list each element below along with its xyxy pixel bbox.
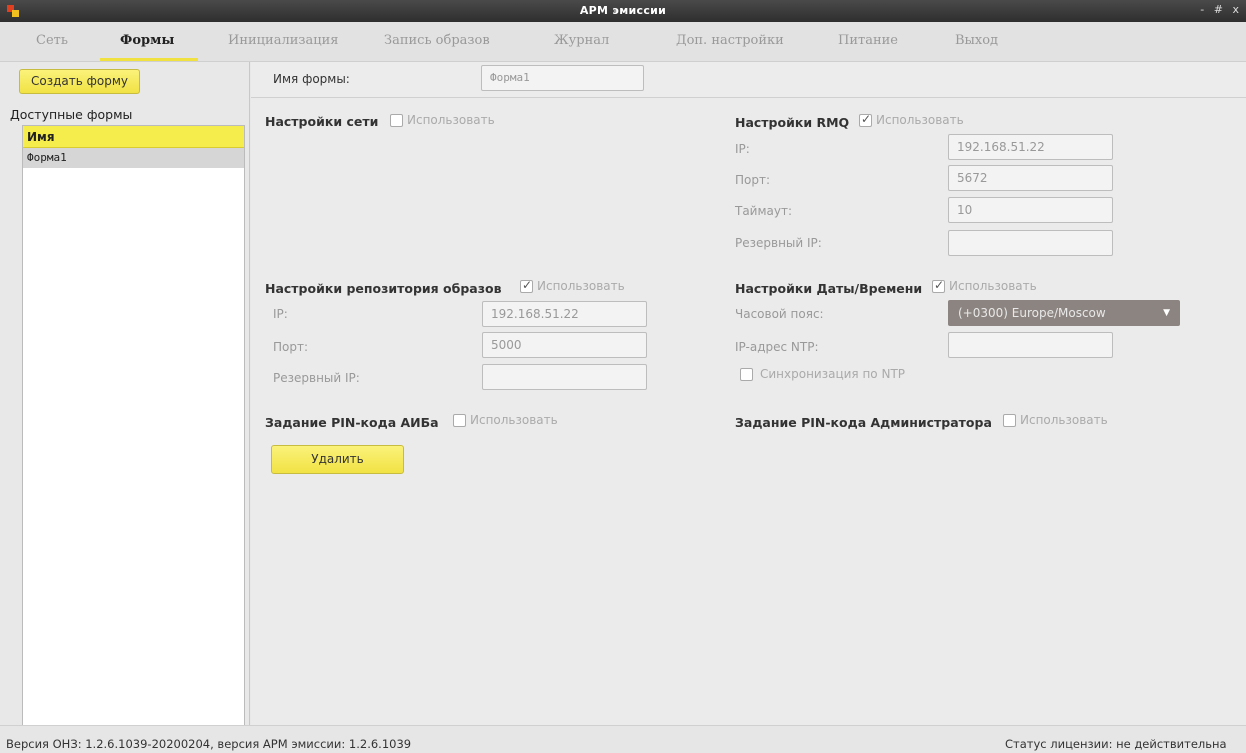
form-name-row: Имя формы: Форма1 — [251, 62, 1246, 98]
repo-port-input[interactable]: 5000 — [482, 332, 647, 358]
ntp-ip-label: IP-адрес NTP: — [735, 340, 819, 354]
network-use-label: Использовать — [407, 113, 495, 127]
repo-port-label: Порт: — [273, 340, 309, 354]
status-bar: Версия ОНЗ: 1.2.6.1039-20200204, версия … — [0, 725, 1246, 753]
pin-admin-use-label: Использовать — [1020, 413, 1108, 427]
forms-list-header[interactable]: Имя — [23, 126, 244, 148]
tab-forms[interactable]: Формы — [120, 33, 174, 48]
timezone-select[interactable]: (+0300) Europe/Moscow ▼ — [948, 300, 1180, 326]
datetime-use-label: Использовать — [949, 279, 1037, 293]
network-use-toggle[interactable]: Использовать — [390, 113, 495, 127]
license-status: Статус лицензии: не действительна — [1005, 737, 1227, 751]
tab-image-write[interactable]: Запись образов — [384, 33, 490, 48]
tab-bar: Сеть Формы Инициализация Запись образов … — [0, 22, 1246, 62]
active-tab-indicator — [100, 58, 198, 61]
datetime-use-toggle[interactable]: Использовать — [932, 278, 1037, 293]
version-info: Версия ОНЗ: 1.2.6.1039-20200204, версия … — [6, 737, 412, 751]
pin-aib-use-checkbox[interactable] — [453, 413, 466, 427]
rmq-ip-input[interactable]: 192.168.51.22 — [948, 134, 1113, 160]
tab-extra-settings[interactable]: Доп. настройки — [676, 33, 784, 48]
rmq-use-label: Использовать — [876, 113, 964, 127]
ntp-sync-checkbox[interactable] — [740, 367, 753, 381]
ntp-sync-label: Синхронизация по NTP — [760, 367, 906, 381]
timezone-label: Часовой пояс: — [735, 307, 824, 321]
window-title: АРМ эмиссии — [579, 4, 667, 17]
tab-power[interactable]: Питание — [838, 33, 898, 48]
repo-ip-label: IP: — [273, 307, 288, 321]
repo-use-label: Использовать — [537, 279, 625, 293]
form-editor: Имя формы: Форма1 Настройки сети Использ… — [251, 62, 1246, 725]
rmq-timeout-input[interactable]: 10 — [948, 197, 1113, 223]
tab-journal[interactable]: Журнал — [554, 33, 609, 48]
tab-initialization[interactable]: Инициализация — [228, 33, 338, 48]
ntp-ip-input[interactable] — [948, 332, 1113, 358]
repo-backup-ip-label: Резервный IP: — [273, 371, 360, 385]
network-settings-title: Настройки сети — [265, 114, 379, 129]
pin-aib-use-label: Использовать — [470, 413, 558, 427]
form-name-label: Имя формы: — [273, 72, 350, 86]
form-name-input[interactable]: Форма1 — [481, 65, 644, 91]
pin-admin-use-toggle[interactable]: Использовать — [1003, 413, 1108, 427]
pin-aib-title: Задание PIN-кода АИБа — [265, 415, 439, 430]
tab-network[interactable]: Сеть — [36, 33, 68, 48]
rmq-use-checkbox[interactable] — [859, 112, 872, 127]
available-forms-heading: Доступные формы — [10, 107, 133, 122]
rmq-port-label: Порт: — [735, 173, 771, 187]
chevron-down-icon: ▼ — [1163, 308, 1170, 318]
pin-aib-use-toggle[interactable]: Использовать — [453, 413, 558, 427]
pin-admin-use-checkbox[interactable] — [1003, 413, 1016, 427]
repo-settings-title: Настройки репозитория образов — [265, 281, 502, 296]
repo-ip-input[interactable]: 192.168.51.22 — [482, 301, 647, 327]
rmq-ip-label: IP: — [735, 142, 750, 156]
network-use-checkbox[interactable] — [390, 113, 403, 127]
window-controls[interactable]: - # x — [1200, 3, 1242, 16]
create-form-button[interactable]: Создать форму — [19, 69, 140, 94]
repo-use-toggle[interactable]: Использовать — [520, 278, 625, 293]
pin-admin-title: Задание PIN-кода Администратора — [735, 415, 992, 430]
title-bar: АРМ эмиссии - # x — [0, 0, 1246, 22]
rmq-backup-ip-label: Резервный IP: — [735, 236, 822, 250]
rmq-use-toggle[interactable]: Использовать — [859, 112, 964, 127]
datetime-settings-title: Настройки Даты/Времени — [735, 281, 923, 296]
datetime-use-checkbox[interactable] — [932, 278, 945, 293]
rmq-backup-ip-input[interactable] — [948, 230, 1113, 256]
delete-button[interactable]: Удалить — [271, 445, 404, 474]
rmq-timeout-label: Таймаут: — [735, 204, 793, 218]
repo-backup-ip-input[interactable] — [482, 364, 647, 390]
forms-list: Имя Форма1 — [22, 125, 245, 753]
ntp-sync-toggle[interactable]: Синхронизация по NTP — [740, 367, 905, 381]
list-item[interactable]: Форма1 — [23, 148, 244, 168]
timezone-value: (+0300) Europe/Moscow — [958, 306, 1106, 320]
tab-exit[interactable]: Выход — [955, 33, 998, 48]
sidebar: Создать форму Доступные формы Имя Форма1 — [0, 62, 250, 753]
repo-use-checkbox[interactable] — [520, 278, 533, 293]
rmq-settings-title: Настройки RMQ — [735, 115, 850, 130]
rmq-port-input[interactable]: 5672 — [948, 165, 1113, 191]
